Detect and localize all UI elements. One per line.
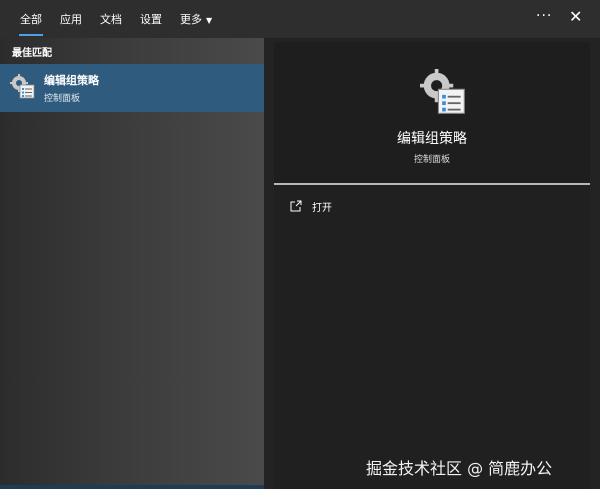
result-title: 编辑组策略 [44,74,99,87]
open-label: 打开 [312,203,332,214]
result-subtitle: 控制面板 [44,94,81,104]
open-action[interactable]: 打开 [290,197,332,216]
more-options-button[interactable]: ··· [536,8,552,24]
preview-title: 编辑组策略 [397,131,467,147]
preview-pane: 编辑组策略 控制面板 打开 [264,38,600,489]
tab-documents[interactable]: 文档 [100,11,122,27]
open-icon [290,197,302,216]
tab-more[interactable]: 更多 ▼ [180,11,212,27]
tab-more-label: 更多 [180,13,202,26]
watermark: 掘金技术社区 @ 简鹿办公 [366,459,553,478]
preview-actions: 打开 [274,185,590,489]
preview-subtitle: 控制面板 [413,155,450,165]
group-policy-icon [10,74,36,104]
best-match-result[interactable]: 编辑组策略 控制面板 [0,64,264,112]
tab-apps[interactable]: 应用 [60,11,82,27]
close-button[interactable]: ✕ [569,7,582,26]
top-bar: 全部 应用 文档 设置 更多 ▼ ··· ✕ [0,0,600,38]
best-match-heading: 最佳匹配 [12,48,52,59]
tab-all[interactable]: 全部 [19,11,43,36]
chevron-down-icon: ▼ [206,16,213,25]
group-policy-icon [420,69,468,121]
taskbar-accent [0,485,264,489]
tab-settings[interactable]: 设置 [140,11,162,27]
preview-header: 编辑组策略 控制面板 [274,42,590,187]
